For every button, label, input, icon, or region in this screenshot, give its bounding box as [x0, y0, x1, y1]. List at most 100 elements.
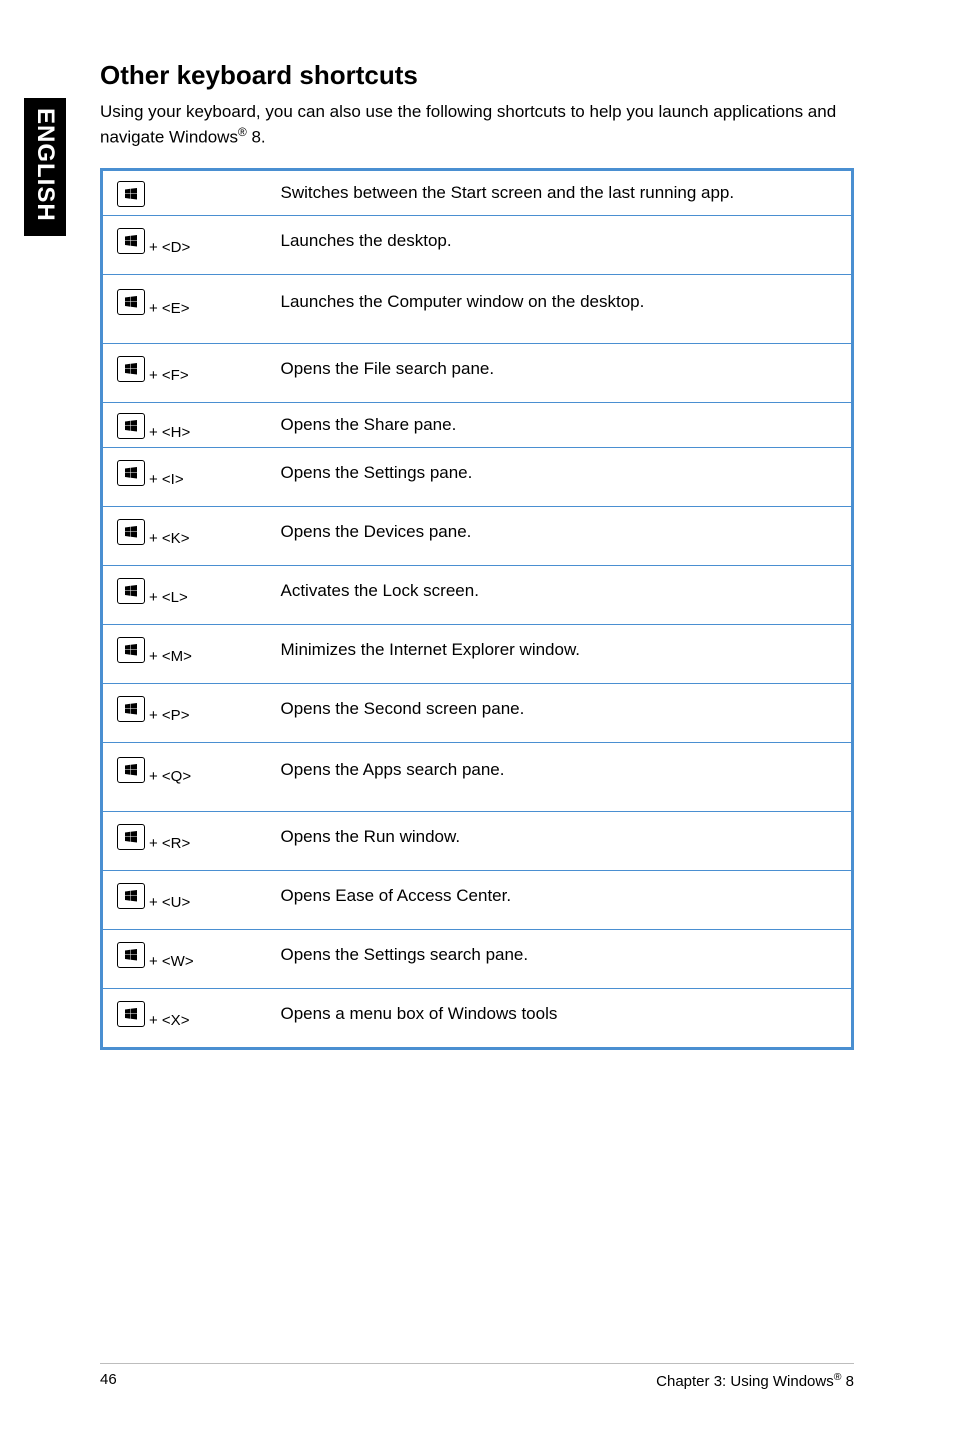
table-row: + <L> Activates the Lock screen.: [102, 565, 853, 624]
table-row: + <K> Opens the Devices pane.: [102, 506, 853, 565]
shortcut-key-cell: + <W>: [102, 929, 267, 988]
shortcut-key-cell: + <L>: [102, 565, 267, 624]
shortcut-key-cell: + <X>: [102, 988, 267, 1048]
key-modifier: + <K>: [149, 530, 189, 547]
shortcut-description: Activates the Lock screen.: [267, 565, 853, 624]
windows-key-icon: [117, 637, 145, 663]
key-combo: + <X>: [117, 1001, 189, 1027]
intro-pre: Using your keyboard, you can also use th…: [100, 102, 836, 147]
language-label: ENGLISH: [31, 108, 59, 222]
intro-text: Using your keyboard, you can also use th…: [100, 101, 854, 150]
shortcut-key-cell: + <E>: [102, 274, 267, 343]
shortcut-description: Opens the File search pane.: [267, 343, 853, 402]
table-row: + <M> Minimizes the Internet Explorer win…: [102, 624, 853, 683]
windows-key-icon: [117, 696, 145, 722]
key-combo: + <E>: [117, 289, 189, 315]
windows-key-icon: [117, 289, 145, 315]
key-modifier: + <P>: [149, 707, 189, 724]
table-row: + <F> Opens the File search pane.: [102, 343, 853, 402]
table-row: + <U> Opens Ease of Access Center.: [102, 870, 853, 929]
key-combo: + <D>: [117, 228, 190, 254]
shortcut-key-cell: + <U>: [102, 870, 267, 929]
section-heading: Other keyboard shortcuts: [100, 60, 854, 91]
table-row: + <I> Opens the Settings pane.: [102, 447, 853, 506]
key-modifier: + <X>: [149, 1012, 189, 1029]
key-combo: + <Q>: [117, 757, 191, 783]
shortcuts-table: Switches between the Start screen and th…: [100, 168, 854, 1050]
key-modifier: + <Q>: [149, 768, 191, 785]
windows-key-icon: [117, 1001, 145, 1027]
windows-key-icon: [117, 824, 145, 850]
shortcut-description: Launches the Computer window on the desk…: [267, 274, 853, 343]
windows-key-icon: [117, 181, 145, 207]
key-modifier: + <M>: [149, 648, 192, 665]
table-row: + <D>Launches the desktop.: [102, 215, 853, 274]
table-row: + <X> Opens a menu box of Windows tools: [102, 988, 853, 1048]
key-combo: + <M>: [117, 637, 192, 663]
windows-key-icon: [117, 356, 145, 382]
chapter-label: Chapter 3: Using Windows® 8: [656, 1371, 854, 1390]
language-tab: ENGLISH: [24, 98, 66, 236]
chapter-pre: Chapter 3: Using Windows: [656, 1373, 834, 1390]
key-combo: + <F>: [117, 356, 189, 382]
shortcut-description: Minimizes the Internet Explorer window.: [267, 624, 853, 683]
key-modifier: + <R>: [149, 835, 190, 852]
shortcut-description: Opens the Apps search pane.: [267, 742, 853, 811]
key-combo: [117, 181, 147, 207]
key-modifier: + <L>: [149, 589, 188, 606]
shortcut-key-cell: + <M>: [102, 624, 267, 683]
table-row: + <H> Opens the Share pane.: [102, 402, 853, 447]
shortcut-key-cell: + <R>: [102, 811, 267, 870]
shortcut-key-cell: + <F>: [102, 343, 267, 402]
page: ENGLISH Other keyboard shortcuts Using y…: [0, 0, 954, 1438]
key-modifier: + <D>: [149, 239, 190, 256]
table-row: Switches between the Start screen and th…: [102, 169, 853, 215]
key-combo: + <W>: [117, 942, 194, 968]
key-combo: + <P>: [117, 696, 189, 722]
page-number: 46: [100, 1371, 117, 1390]
key-modifier: + <F>: [149, 367, 189, 384]
table-row: + <E> Launches the Computer window on the…: [102, 274, 853, 343]
shortcut-key-cell: [102, 169, 267, 215]
windows-key-icon: [117, 519, 145, 545]
windows-key-icon: [117, 883, 145, 909]
key-combo: + <R>: [117, 824, 190, 850]
shortcut-key-cell: + <D>: [102, 215, 267, 274]
shortcut-description: Opens the Run window.: [267, 811, 853, 870]
shortcut-key-cell: + <K>: [102, 506, 267, 565]
intro-post: 8.: [247, 128, 266, 147]
registered-mark: ®: [238, 125, 247, 139]
shortcut-key-cell: + <P>: [102, 683, 267, 742]
shortcut-description: Opens the Second screen pane.: [267, 683, 853, 742]
table-row: + <P> Opens the Second screen pane.: [102, 683, 853, 742]
key-combo: + <U>: [117, 883, 190, 909]
windows-key-icon: [117, 942, 145, 968]
shortcut-description: Opens the Share pane.: [267, 402, 853, 447]
shortcut-description: Opens a menu box of Windows tools: [267, 988, 853, 1048]
windows-key-icon: [117, 757, 145, 783]
page-footer: 46 Chapter 3: Using Windows® 8: [100, 1371, 854, 1390]
key-modifier: + <E>: [149, 300, 189, 317]
table-row: + <R> Opens the Run window.: [102, 811, 853, 870]
key-combo: + <I>: [117, 460, 184, 486]
shortcut-description: Opens Ease of Access Center.: [267, 870, 853, 929]
key-modifier: + <I>: [149, 471, 184, 488]
shortcut-description: Opens the Devices pane.: [267, 506, 853, 565]
footer-divider: [100, 1363, 854, 1364]
windows-key-icon: [117, 228, 145, 254]
windows-key-icon: [117, 413, 145, 439]
key-modifier: + <H>: [149, 424, 190, 441]
shortcut-description: Opens the Settings search pane.: [267, 929, 853, 988]
table-row: + <Q> Opens the Apps search pane.: [102, 742, 853, 811]
key-modifier: + <W>: [149, 953, 194, 970]
shortcut-key-cell: + <Q>: [102, 742, 267, 811]
shortcut-key-cell: + <I>: [102, 447, 267, 506]
shortcut-description: Opens the Settings pane.: [267, 447, 853, 506]
shortcut-description: Switches between the Start screen and th…: [267, 169, 853, 215]
key-combo: + <K>: [117, 519, 189, 545]
table-row: + <W> Opens the Settings search pane.: [102, 929, 853, 988]
key-modifier: + <U>: [149, 894, 190, 911]
key-combo: + <H>: [117, 413, 190, 439]
chapter-post: 8: [841, 1373, 854, 1390]
shortcut-key-cell: + <H>: [102, 402, 267, 447]
